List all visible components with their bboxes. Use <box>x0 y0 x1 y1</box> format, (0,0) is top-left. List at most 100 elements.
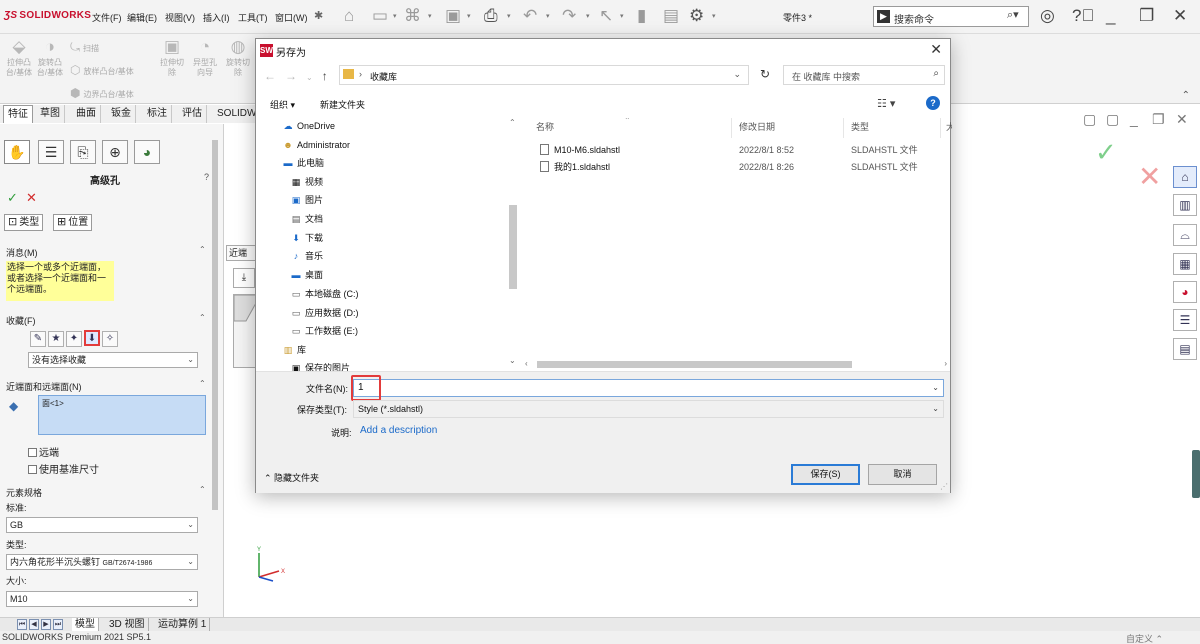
redo-dropdown-icon[interactable]: ▾ <box>586 12 590 20</box>
favorites-dropdown[interactable]: 没有选择收藏 ⌄ <box>28 352 198 368</box>
ok-check-icon[interactable]: ✓ <box>7 190 18 206</box>
type-dropdown[interactable]: 内六角花形半沉头螺钉 GB/T2674-1986 ⌄ <box>6 554 198 570</box>
revolve-boss-button[interactable]: ◑ 旋转凸台/基体 <box>36 38 64 78</box>
hide-folders-toggle[interactable]: ⌃ 隐藏文件夹 <box>264 471 319 484</box>
file-list-hscrollbar[interactable]: ‹ › <box>521 359 949 370</box>
tile-view-icon[interactable]: ▢ <box>1083 111 1096 128</box>
tab-sheet-metal[interactable]: 钣金 <box>107 105 136 123</box>
near-far-section-title[interactable]: 近端面和远端面(N) <box>6 380 82 393</box>
open-folder-icon[interactable]: ⌘ <box>404 6 421 26</box>
viewport-minimize-icon[interactable]: _ <box>1130 111 1138 127</box>
file-properties-icon[interactable]: ▤ <box>663 6 679 26</box>
apply-defaults-icon[interactable]: ✎ <box>30 331 46 347</box>
new-dropdown-icon[interactable]: ▾ <box>393 12 397 20</box>
add-favorite-icon[interactable]: ★ <box>48 331 64 347</box>
undo-icon[interactable]: ↶ <box>523 6 537 26</box>
status-customize[interactable]: 自定义 ⌃ <box>1126 632 1163 644</box>
address-dropdown-icon[interactable]: ⌄ <box>733 69 741 80</box>
redo-icon[interactable]: ↷ <box>562 6 576 26</box>
scrollbar-thumb[interactable] <box>509 205 517 289</box>
scroll-up-icon[interactable]: ⌃ <box>509 118 516 127</box>
resize-grip-icon[interactable]: ⋰ <box>940 482 948 491</box>
home-icon[interactable]: ⌂ <box>344 6 354 26</box>
open-dropdown-icon[interactable]: ▾ <box>428 12 432 20</box>
menu-file[interactable]: 文件(F) <box>92 11 122 24</box>
delete-favorite-icon[interactable]: ✦ <box>66 331 82 347</box>
dialog-close-icon[interactable]: ✕ <box>930 41 942 58</box>
subtab-type[interactable]: ⊡ 类型 <box>4 214 44 231</box>
nav-drive-d[interactable]: ▭ 应用数据 (D:) <box>290 305 359 322</box>
menu-tools[interactable]: 工具(T) <box>238 11 268 24</box>
save-icon[interactable]: ▣ <box>445 6 461 26</box>
user-account-icon[interactable]: ◎ <box>1040 6 1055 26</box>
tab-evaluate[interactable]: 评估 <box>178 105 207 123</box>
near-side-tab[interactable]: 近端 <box>226 245 256 261</box>
dialog-help-icon[interactable]: ? <box>926 96 940 110</box>
extrude-boss-button[interactable]: ⬙ 拉伸凸台/基体 <box>5 38 33 78</box>
tab-3d-views[interactable]: 3D 视图 <box>106 618 149 631</box>
confirm-ok-icon[interactable]: ✓ <box>1095 137 1117 168</box>
display-manager-tab-icon[interactable]: ◕ <box>134 140 160 164</box>
minimize-icon[interactable]: _ <box>1106 6 1115 26</box>
nav-administrator[interactable]: ☻ Administrator <box>282 137 350 154</box>
address-bar[interactable]: › 收藏库 ⌄ <box>339 65 749 85</box>
file-row[interactable]: 我的1.sldahstl 2022/8/1 8:26 SLDAHSTL 文件 <box>528 159 952 176</box>
design-library-icon[interactable]: ▥ <box>1173 194 1197 216</box>
favorites-section-title[interactable]: 收藏(F) <box>6 314 36 327</box>
tab-sketch[interactable]: 草图 <box>36 105 65 123</box>
chevron-down-icon[interactable]: ⌄ <box>932 380 939 396</box>
nav-drive-e[interactable]: ▭ 工作数据 (E:) <box>290 323 358 340</box>
recent-dropdown-icon[interactable]: ⌄ <box>306 73 313 82</box>
column-name[interactable]: 名称 <box>536 120 554 133</box>
property-manager-scrollbar[interactable] <box>209 124 221 510</box>
scroll-left-icon[interactable]: ‹ <box>525 359 528 368</box>
back-arrow-icon[interactable]: ← <box>264 69 276 83</box>
add-description-link[interactable]: Add a description <box>360 425 437 436</box>
menu-insert[interactable]: 插入(I) <box>203 11 230 24</box>
column-divider[interactable] <box>843 118 844 138</box>
revolve-cut-button[interactable]: ◍ 旋转切除 <box>225 38 251 78</box>
hole-wizard-button[interactable]: ◔ 异型孔向导 <box>192 38 218 78</box>
cancel-x-icon[interactable]: ✕ <box>26 190 37 206</box>
scrollbar-thumb[interactable] <box>212 140 218 510</box>
tab-model[interactable]: 模型 <box>72 618 99 631</box>
file-explorer-icon[interactable]: ⌓ <box>1173 224 1197 246</box>
feature-manager-tab-icon[interactable]: ✋ <box>4 140 30 164</box>
tab-markup[interactable]: 标注 <box>143 105 172 123</box>
view-options-icon[interactable]: ☷ ▾ <box>877 97 895 110</box>
far-side-checkbox[interactable]: 远端 <box>28 444 59 459</box>
cancel-button[interactable]: 取消 <box>868 464 937 485</box>
nav-desktop[interactable]: ▬ 桌面 <box>290 267 324 284</box>
save-button[interactable]: 保存(S) <box>791 464 860 485</box>
print-icon[interactable]: ⎙ <box>484 6 498 26</box>
scroll-right-icon[interactable]: › <box>944 359 947 368</box>
collapse-caret-icon[interactable]: ⌃ <box>1182 90 1190 101</box>
scrollbar-thumb[interactable] <box>537 361 852 368</box>
solidworks-resources-icon[interactable]: ⌂ <box>1173 166 1197 188</box>
nav-pictures[interactable]: ▣ 图片 <box>290 192 323 209</box>
filename-input[interactable]: 1 ⌄ <box>353 379 944 397</box>
favorites-collapse-icon[interactable]: ⌃ <box>199 313 206 322</box>
side-panel-handle[interactable] <box>1192 450 1200 498</box>
nav-music[interactable]: ♪ 音乐 <box>290 248 323 265</box>
print-dropdown-icon[interactable]: ▾ <box>507 12 511 20</box>
subtab-position[interactable]: ⊞ 位置 <box>53 214 93 231</box>
confirm-cancel-icon[interactable]: ✕ <box>1138 160 1161 193</box>
nav-this-pc[interactable]: ▬ 此电脑 <box>282 155 325 172</box>
load-favorite-icon[interactable]: ✧ <box>102 331 118 347</box>
viewport-close-icon[interactable]: ✕ <box>1176 111 1188 128</box>
breadcrumb[interactable]: 收藏库 <box>370 70 397 83</box>
search-magnifier-icon[interactable]: ⌕▾ <box>1007 8 1019 22</box>
restore-icon[interactable]: ❐ <box>1139 6 1154 26</box>
tab-motion-study[interactable]: 运动算例 1 <box>155 618 211 631</box>
spec-section-title[interactable]: 元素规格 <box>6 486 42 499</box>
last-tab-icon[interactable]: ⏭ <box>53 619 63 630</box>
save-dropdown-icon[interactable]: ▾ <box>467 12 471 20</box>
select-pointer-icon[interactable]: ↖ <box>599 6 613 26</box>
nav-libraries[interactable]: ▥ 库 <box>282 342 306 359</box>
options-gear-icon[interactable]: ⚙ <box>689 6 704 26</box>
select-dropdown-icon[interactable]: ▾ <box>620 12 624 20</box>
menu-view[interactable]: 视图(V) <box>165 11 195 24</box>
close-app-icon[interactable]: ✕ <box>1173 6 1187 26</box>
message-section-title[interactable]: 消息(M) <box>6 246 38 259</box>
